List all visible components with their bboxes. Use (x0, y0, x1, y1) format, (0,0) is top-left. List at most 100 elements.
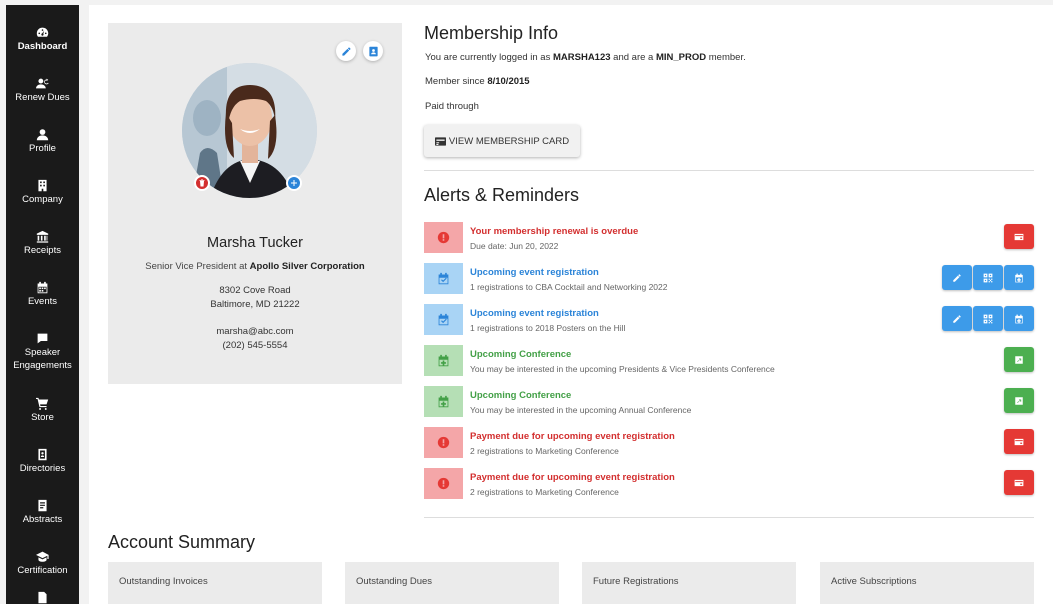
nav-abstracts[interactable]: Abstracts (6, 478, 79, 529)
nav-company[interactable]: Company (6, 158, 79, 209)
alert-subtitle: Due date: Jun 20, 2022 (470, 241, 559, 251)
calendar-plus-icon (438, 395, 449, 408)
address-line-2: Baltimore, MD 21222 (210, 299, 300, 310)
alerts-title: Alerts & Reminders (424, 185, 580, 205)
divider (424, 170, 1034, 171)
alert-subtitle: 1 registrations to CBA Cocktail and Netw… (470, 282, 668, 292)
delete-photo-button[interactable] (194, 175, 210, 191)
external-link-icon (1015, 396, 1023, 405)
alert-subtitle: You may be interested in the upcoming An… (470, 405, 692, 415)
calendar-plus-icon (438, 354, 449, 367)
alert-item: Payment due for upcoming event registrat… (424, 468, 1034, 500)
alert-icon-box (424, 263, 463, 294)
logged-mid: and are a (613, 52, 654, 63)
alert-icon-box (424, 386, 463, 417)
profile-title: Senior Vice President at Apollo Silver C… (108, 261, 402, 272)
logged-in-text: You are currently logged in as MARSHA123… (425, 52, 746, 63)
receipts-icon (36, 229, 50, 243)
qr-code-button[interactable] (973, 306, 1003, 331)
address-line-1: 8302 Cove Road (219, 285, 291, 296)
account-summary-title: Account Summary (108, 532, 256, 552)
dashboard-icon (36, 25, 50, 39)
active-subscriptions-box[interactable]: Active Subscriptions (820, 562, 1034, 604)
nav-label: Speaker Engagements (13, 347, 72, 371)
contact-card-button[interactable] (363, 41, 383, 61)
profile-email[interactable]: marsha@abc.com (108, 326, 402, 337)
document-icon (36, 590, 50, 604)
nav-label: Store (31, 412, 54, 423)
nav-dashboard[interactable]: Dashboard (6, 5, 79, 56)
profile-name: Marsha Tucker (207, 235, 303, 251)
exclamation-icon (437, 436, 450, 449)
alert-title[interactable]: Upcoming event registration (470, 308, 599, 319)
nav-events[interactable]: Events (6, 260, 79, 311)
alert-title[interactable]: Upcoming Conference (470, 349, 571, 360)
calendar-plus-icon (1015, 314, 1023, 323)
calendar-check-icon (438, 313, 449, 326)
directories-icon (36, 447, 50, 461)
nav-directories[interactable]: Directories (6, 427, 79, 478)
logged-prefix: You are currently logged in as (425, 52, 551, 63)
alert-title[interactable]: Payment due for upcoming event registrat… (470, 431, 675, 442)
qr-code-button[interactable] (973, 265, 1003, 290)
nav-more[interactable] (6, 580, 79, 604)
id-card-icon (434, 136, 446, 146)
alert-icon-box (424, 345, 463, 376)
logged-suffix: member. (708, 52, 746, 63)
nav-certification[interactable]: Certification (6, 529, 79, 580)
store-cart-icon (36, 396, 50, 410)
company-icon (36, 178, 50, 192)
alert-title[interactable]: Your membership renewal is overdue (470, 226, 638, 237)
add-to-calendar-button[interactable] (1004, 265, 1034, 290)
nav-receipts[interactable]: Receipts (6, 209, 79, 260)
nav-label: Renew Dues (15, 92, 70, 103)
nav-speaker-engagements[interactable]: Speaker Engagements (6, 311, 79, 376)
view-membership-card-button[interactable]: VIEW MEMBERSHIP CARD (424, 125, 580, 157)
nav-profile[interactable]: Profile (6, 107, 79, 158)
credit-card-icon (1014, 438, 1024, 445)
nav-label: Company (22, 194, 63, 205)
plus-icon (291, 180, 297, 186)
divider (424, 517, 1034, 518)
edit-registration-button[interactable] (942, 265, 972, 290)
alert-subtitle: You may be interested in the upcoming Pr… (470, 364, 775, 374)
alert-icon-box (424, 468, 463, 499)
sidebar: Dashboard Renew Dues Profile Company Rec… (6, 5, 79, 604)
add-to-calendar-button[interactable] (1004, 306, 1034, 331)
since-prefix: Member since (425, 76, 485, 87)
pencil-icon (953, 273, 961, 282)
edit-registration-button[interactable] (942, 306, 972, 331)
edit-profile-button[interactable] (336, 41, 356, 61)
pay-button[interactable] (1004, 224, 1034, 249)
alert-title[interactable]: Upcoming event registration (470, 267, 599, 278)
nav-label: Events (27, 296, 58, 307)
credit-card-icon (1014, 479, 1024, 486)
pay-button[interactable] (1004, 470, 1034, 495)
trash-icon (199, 179, 205, 187)
view-conference-button[interactable] (1004, 388, 1034, 413)
nav-label: Dashboard (17, 41, 68, 52)
speaker-icon (36, 331, 50, 345)
calendar-plus-icon (1015, 273, 1023, 282)
username: MARSHA123 (552, 52, 611, 63)
nav-label: Certification (17, 565, 68, 576)
outstanding-dues-box[interactable]: Outstanding Dues (345, 562, 559, 604)
nav-label: Receipts (24, 245, 61, 256)
card-button-label: VIEW MEMBERSHIP CARD (448, 135, 570, 147)
nav-store[interactable]: Store (6, 376, 79, 427)
membership-level: MIN_PROD (655, 52, 707, 63)
outstanding-invoices-box[interactable]: Outstanding Invoices (108, 562, 322, 604)
abstracts-icon (36, 498, 50, 512)
pay-button[interactable] (1004, 429, 1034, 454)
view-conference-button[interactable] (1004, 347, 1034, 372)
paid-through-text: Paid through (425, 101, 479, 112)
nav-renew-dues[interactable]: Renew Dues (6, 56, 79, 107)
future-registrations-box[interactable]: Future Registrations (582, 562, 796, 604)
alert-title[interactable]: Upcoming Conference (470, 390, 571, 401)
alert-title[interactable]: Payment due for upcoming event registrat… (470, 472, 675, 483)
nav-label: Profile (29, 143, 56, 154)
profile-card: Marsha Tucker Senior Vice President at A… (108, 23, 402, 384)
profile-icon (36, 127, 50, 141)
add-photo-button[interactable] (286, 175, 302, 191)
job-title: Senior Vice President at (145, 261, 248, 272)
